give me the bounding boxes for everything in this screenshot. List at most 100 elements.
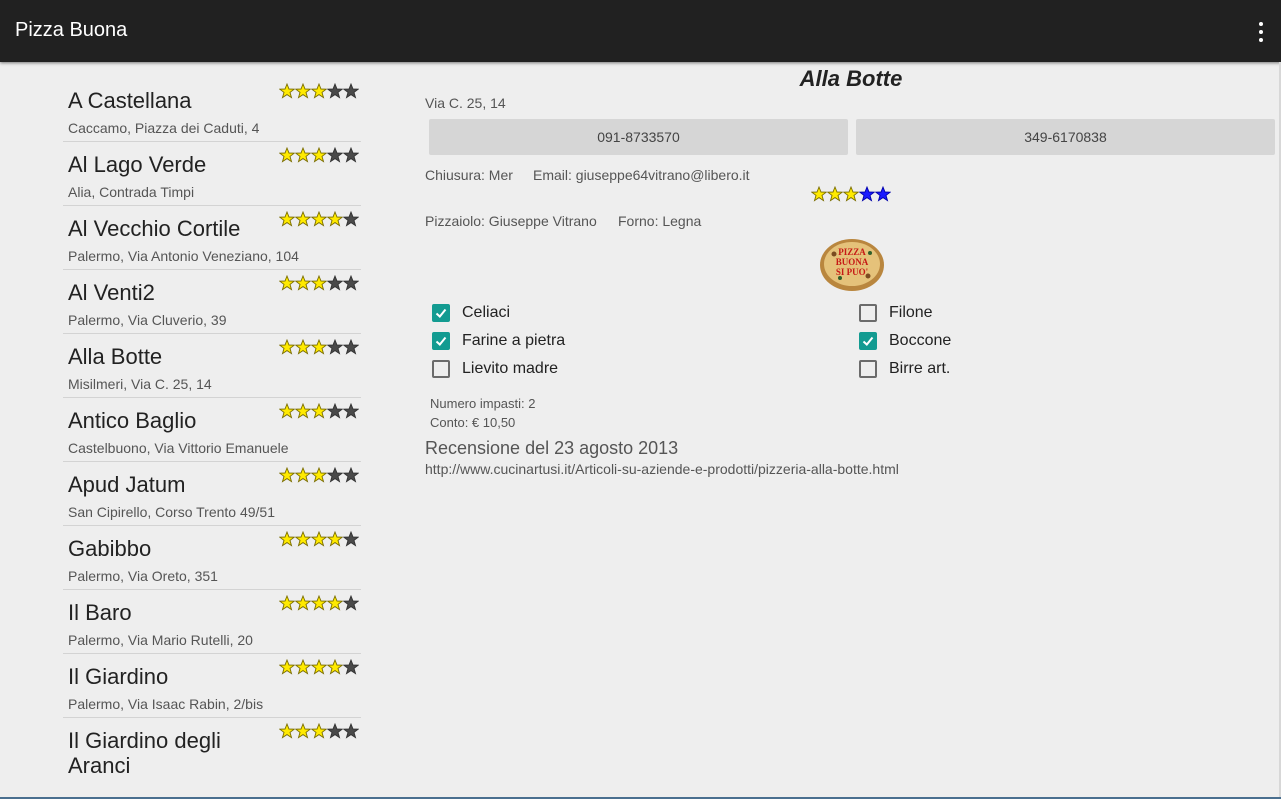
restaurant-rating (279, 595, 359, 611)
restaurant-rating (279, 83, 359, 99)
star-filled-icon (279, 467, 295, 483)
feature-checkbox[interactable]: Filone (859, 303, 1059, 325)
list-item[interactable]: A Castellana Caccamo, Piazza dei Caduti, … (63, 78, 361, 142)
star-filled-icon (327, 659, 343, 675)
email-text[interactable]: Email: giuseppe64vitrano@libero.it (533, 167, 750, 183)
restaurant-name: Apud Jatum (68, 472, 186, 497)
list-item[interactable]: Apud Jatum San Cipirello, Corso Trento 49… (63, 462, 361, 526)
checkbox-unchecked-icon[interactable] (432, 360, 450, 378)
restaurant-name: Al Vecchio Cortile (68, 216, 241, 241)
list-item[interactable]: Il Giardino Palermo, Via Isaac Rabin, 2/b… (63, 654, 361, 718)
star-filled-icon (811, 186, 827, 202)
overflow-menu-icon[interactable] (1249, 15, 1273, 47)
star-empty-icon (327, 467, 343, 483)
checkbox-checked-icon[interactable] (859, 332, 877, 350)
star-empty-icon (343, 83, 359, 99)
restaurant-address: Palermo, Via Mario Rutelli, 20 (68, 632, 253, 648)
restaurant-rating (279, 275, 359, 291)
restaurant-rating (279, 403, 359, 419)
svg-text:SI PUO': SI PUO' (836, 267, 868, 277)
restaurant-rating (279, 723, 359, 739)
pizzaiolo-text: Pizzaiolo: Giuseppe Vitrano (425, 213, 597, 229)
star-empty-icon (343, 723, 359, 739)
star-filled-icon (295, 595, 311, 611)
checkbox-label: Lievito madre (462, 360, 559, 377)
list-item[interactable]: Al Venti2 Palermo, Via Cluverio, 39 (63, 270, 361, 334)
checkbox-checked-icon[interactable] (432, 304, 450, 322)
list-item[interactable]: Al Vecchio Cortile Palermo, Via Antonio V… (63, 206, 361, 270)
checkbox-unchecked-icon[interactable] (859, 304, 877, 322)
checkbox-checked-icon[interactable] (432, 332, 450, 350)
star-filled-icon (279, 211, 295, 227)
restaurant-address: Misilmeri, Via C. 25, 14 (68, 376, 212, 392)
restaurant-address: San Cipirello, Corso Trento 49/51 (68, 504, 275, 520)
star-empty-icon (859, 186, 875, 202)
star-filled-icon (843, 186, 859, 202)
checkbox-unchecked-icon[interactable] (859, 360, 877, 378)
star-empty-icon (343, 595, 359, 611)
conto-price: Conto: € 10,50 (430, 415, 516, 430)
restaurant-address: Caccamo, Piazza dei Caduti, 4 (68, 120, 260, 136)
star-empty-icon (343, 531, 359, 547)
pizza-buona-logo: PIZZA BUONA SI PUO' (820, 239, 884, 291)
star-filled-icon (295, 147, 311, 163)
restaurant-rating (279, 211, 359, 227)
star-filled-icon (311, 531, 327, 547)
restaurant-name: Il Giardino (68, 664, 169, 689)
feature-checkbox[interactable]: Birre art. (859, 359, 1059, 381)
review-link[interactable]: http://www.cucinartusi.it/Articoli-su-az… (425, 461, 899, 477)
list-item[interactable]: Il Giardino degli Aranci (63, 718, 361, 788)
checkbox-label: Farine a pietra (462, 332, 566, 349)
star-filled-icon (279, 339, 295, 355)
star-empty-icon (327, 339, 343, 355)
star-filled-icon (311, 403, 327, 419)
restaurant-address: Palermo, Via Antonio Veneziano, 104 (68, 248, 299, 264)
forno-text: Forno: Legna (618, 213, 702, 229)
review-title: Recensione del 23 agosto 2013 (425, 438, 679, 458)
star-empty-icon (343, 339, 359, 355)
star-empty-icon (343, 275, 359, 291)
feature-checkbox[interactable]: Farine a pietra (432, 331, 632, 353)
star-filled-icon (279, 83, 295, 99)
impasti-count: Numero impasti: 2 (430, 396, 536, 411)
app-title: Pizza Buona (15, 19, 128, 41)
star-filled-icon (295, 659, 311, 675)
star-filled-icon (295, 339, 311, 355)
restaurant-rating (279, 339, 359, 355)
star-empty-icon (343, 211, 359, 227)
list-item[interactable]: Gabibbo Palermo, Via Oreto, 351 (63, 526, 361, 590)
star-filled-icon (279, 723, 295, 739)
star-empty-icon (327, 723, 343, 739)
phone-2-button[interactable]: 349-6170838 (856, 119, 1275, 155)
restaurant-address: Castelbuono, Via Vittorio Emanuele (68, 440, 289, 456)
feature-checkbox[interactable]: Boccone (859, 331, 1059, 353)
restaurant-name: Al Lago Verde (68, 152, 207, 177)
star-filled-icon (279, 595, 295, 611)
star-filled-icon (295, 531, 311, 547)
list-item[interactable]: Il Baro Palermo, Via Mario Rutelli, 20 (63, 590, 361, 654)
list-item[interactable]: Al Lago Verde Alia, Contrada Timpi (63, 142, 361, 206)
checkbox-label: Filone (889, 304, 933, 321)
restaurant-name: Il Giardino degli Aranci (68, 728, 221, 778)
star-filled-icon (279, 275, 295, 291)
star-empty-icon (343, 403, 359, 419)
star-empty-icon (327, 147, 343, 163)
feature-checkbox[interactable]: Lievito madre (432, 359, 632, 381)
star-filled-icon (279, 403, 295, 419)
restaurant-rating (279, 659, 359, 675)
list-item[interactable]: Alla Botte Misilmeri, Via C. 25, 14 (63, 334, 361, 398)
list-item[interactable]: Antico Baglio Castelbuono, Via Vittorio E… (63, 398, 361, 462)
star-empty-icon (343, 659, 359, 675)
restaurant-name: Al Venti2 (68, 280, 155, 305)
phone-1-button[interactable]: 091-8733570 (429, 119, 848, 155)
star-filled-icon (327, 211, 343, 227)
star-filled-icon (311, 275, 327, 291)
restaurant-name: Gabibbo (68, 536, 152, 561)
detail-rating (811, 186, 891, 202)
star-filled-icon (311, 659, 327, 675)
restaurant-rating (279, 467, 359, 483)
star-empty-icon (343, 467, 359, 483)
restaurant-address: Alia, Contrada Timpi (68, 184, 195, 200)
feature-checkbox[interactable]: Celiaci (432, 303, 632, 325)
restaurant-list: A Castellana Caccamo, Piazza dei Caduti, … (63, 78, 361, 788)
